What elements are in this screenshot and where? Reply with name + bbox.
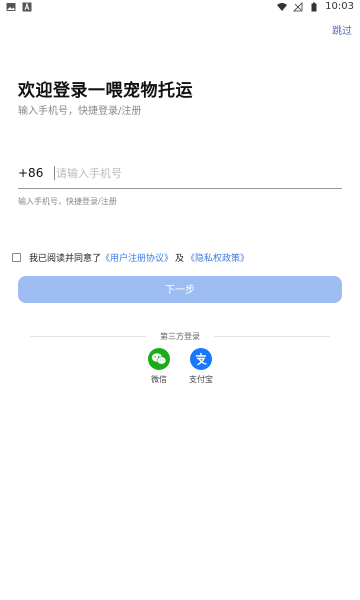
third-party-divider: 第三方登录 xyxy=(30,330,330,342)
skip-button[interactable]: 跳过 xyxy=(332,22,352,37)
phone-input-row: +86 xyxy=(18,160,342,189)
page-title: 欢迎登录一喂宠物托运 xyxy=(18,81,193,101)
wechat-login[interactable]: 微信 xyxy=(139,348,179,385)
divider-line-right xyxy=(214,336,330,337)
agreement-row: 我已阅读并同意了 《用户注册协议》 及 《隐私权政策》 xyxy=(12,251,249,264)
agreement-checkbox[interactable] xyxy=(12,252,21,262)
wifi-icon xyxy=(277,3,288,11)
user-agreement-link[interactable]: 《用户注册协议》 xyxy=(101,251,173,264)
country-code[interactable]: +86 xyxy=(18,166,43,180)
wechat-label: 微信 xyxy=(151,375,167,384)
page-subtitle: 输入手机号，快捷登录/注册 xyxy=(18,106,142,117)
wechat-icon[interactable] xyxy=(148,348,170,370)
alipay-login[interactable]: 支付宝 xyxy=(181,348,221,385)
battery-icon xyxy=(311,2,317,12)
app-notification-icon xyxy=(22,2,32,12)
gallery-icon xyxy=(6,3,16,11)
phone-hint: 输入手机号，快捷登录/注册 xyxy=(18,197,117,206)
no-signal-icon xyxy=(293,2,303,12)
clock: 10:03 xyxy=(325,1,354,12)
alipay-label: 支付宝 xyxy=(189,375,213,384)
agreement-and: 及 xyxy=(175,253,185,264)
status-left xyxy=(6,2,32,12)
alipay-icon[interactable] xyxy=(190,348,212,370)
phone-input[interactable] xyxy=(56,164,336,182)
agreement-prefix: 我已阅读并同意了 xyxy=(29,253,102,264)
status-bar: 10:03 xyxy=(0,0,360,14)
next-button[interactable]: 下一步 xyxy=(18,276,342,303)
text-cursor xyxy=(54,166,55,180)
privacy-policy-link[interactable]: 《隐私权政策》 xyxy=(186,251,249,264)
status-right: 10:03 xyxy=(277,1,354,13)
